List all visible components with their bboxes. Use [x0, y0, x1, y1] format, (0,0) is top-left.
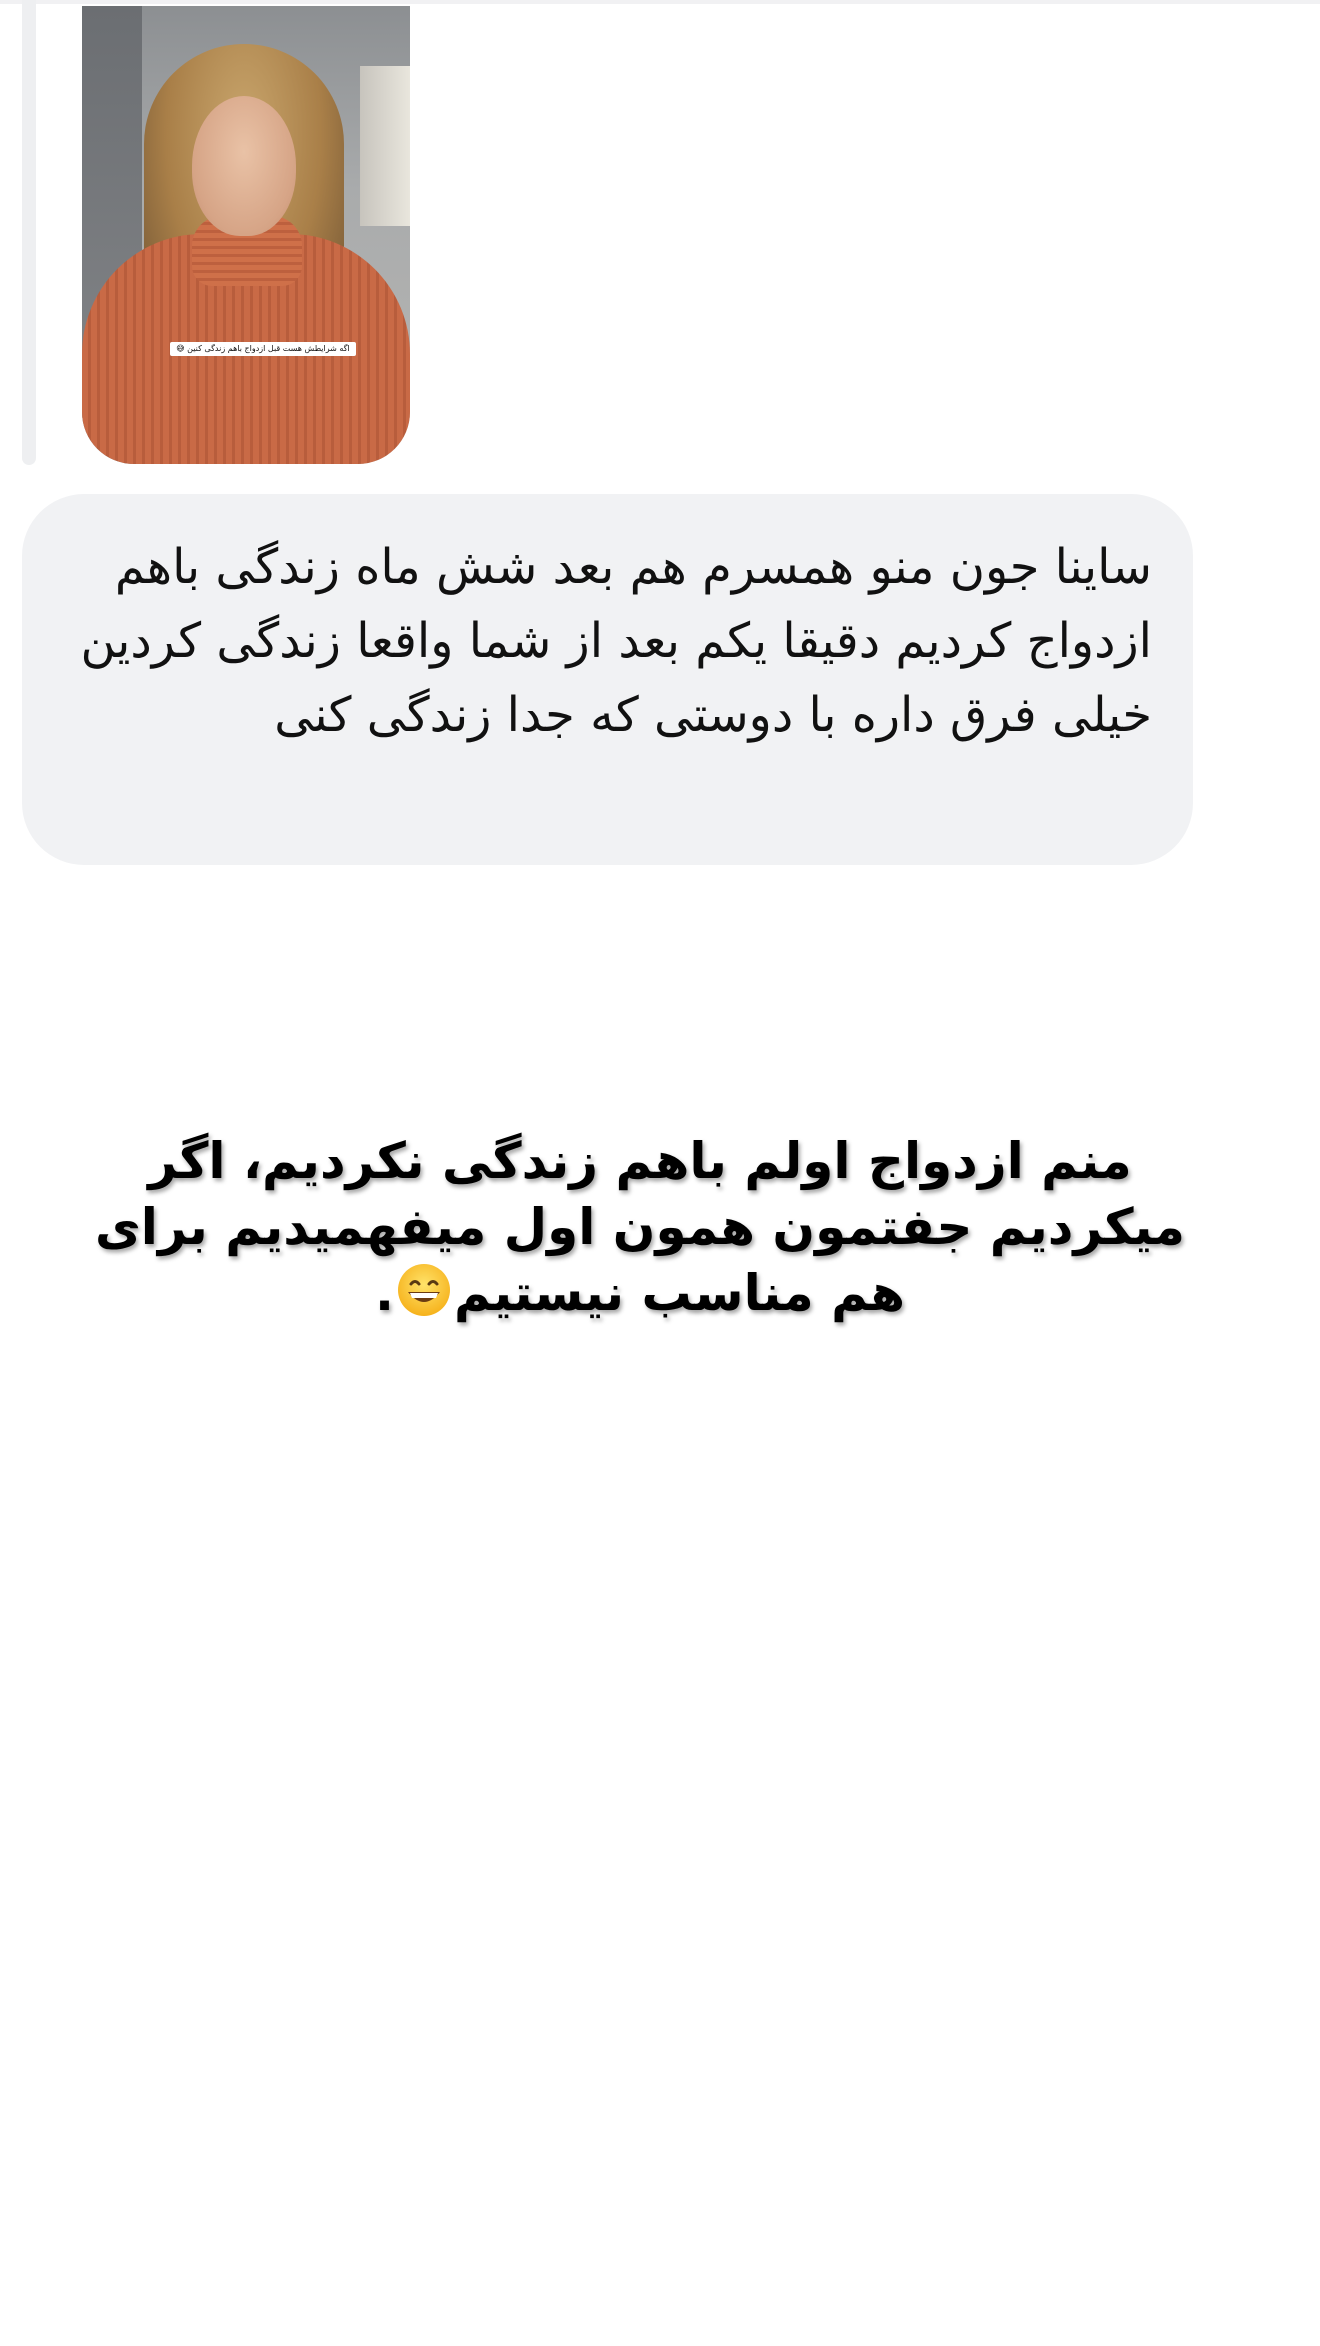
thumbnail-person-face [192, 96, 296, 236]
overlay-caption-text: منم ازدواج اولم باهم زندگی نکردیم، اگر م… [94, 1132, 1185, 1322]
message-bubble[interactable]: ساینا جون منو همسرم هم بعد شش ماه زندگی … [22, 494, 1193, 865]
story-reply-indicator-bar [22, 0, 36, 465]
overlay-caption: منم ازدواج اولم باهم زندگی نکردیم، اگر م… [90, 1128, 1190, 1326]
thumbnail-background-window [360, 66, 410, 226]
thumbnail-caption: اگه شرایطش هست قبل ازدواج باهم زندگی کنی… [170, 342, 356, 356]
top-divider [0, 0, 1320, 4]
message-text: ساینا جون منو همسرم هم بعد شش ماه زندگی … [80, 539, 1152, 743]
replied-story-thumbnail[interactable]: اگه شرایطش هست قبل ازدواج باهم زندگی کنی… [82, 6, 410, 464]
overlay-caption-end: . [374, 1264, 394, 1322]
grinning-face-icon [397, 1264, 450, 1316]
